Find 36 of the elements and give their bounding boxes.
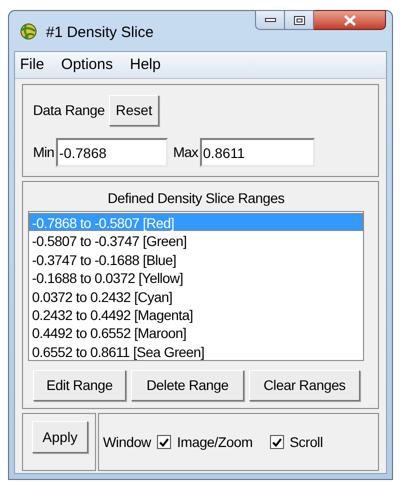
maximize-button[interactable] [285,10,314,30]
checkbox[interactable] [270,435,284,449]
max-label: Max [173,143,198,162]
checkbox[interactable] [157,435,171,449]
reset-button[interactable]: Reset [108,95,160,126]
ranges-heading: Defined Density Slice Ranges [106,189,286,208]
range-item[interactable]: 0.6552 to 0.8611 [Sea Green] [29,342,363,360]
min-label: Min [33,143,54,162]
check-icon [272,438,282,446]
apply-button[interactable]: Apply [32,421,88,453]
menu-item[interactable]: Options [60,54,114,76]
window-label: Window [103,432,151,452]
check-icon [159,438,169,446]
minimize-icon [264,18,276,22]
maximize-icon [294,16,304,24]
close-icon [344,14,356,26]
min-field[interactable]: -0.7868 [56,138,168,167]
menu-item[interactable]: File [19,54,46,76]
checkbox-label: Image/Zoom [177,432,253,452]
window-title: #1 Density Slice [46,23,154,43]
range-item[interactable]: -0.3747 to -0.1688 [Blue] [29,250,363,268]
data-range-label: Data Range [33,101,105,120]
range-item[interactable]: 0.0372 to 0.2432 [Cyan] [29,286,363,305]
close-button[interactable] [314,10,386,30]
range-item[interactable]: -0.5807 to -0.3747 [Green] [29,231,363,250]
range-item[interactable]: -0.1688 to 0.0372 [Yellow] [29,268,363,287]
max-field[interactable]: 0.8611 [200,138,316,167]
minimize-button[interactable] [255,10,285,30]
range-action-button[interactable]: Clear Ranges [249,370,360,401]
checkbox-label: Scroll [290,432,323,452]
range-action-button[interactable]: Delete Range [131,370,244,401]
range-item[interactable]: 0.2432 to 0.4492 [Magenta] [29,304,363,324]
globe-icon [20,23,37,40]
range-action-button[interactable]: Edit Range [33,370,126,401]
range-item[interactable]: 0.4492 to 0.6552 [Maroon] [29,323,363,342]
menu-item[interactable]: Help [128,54,162,76]
